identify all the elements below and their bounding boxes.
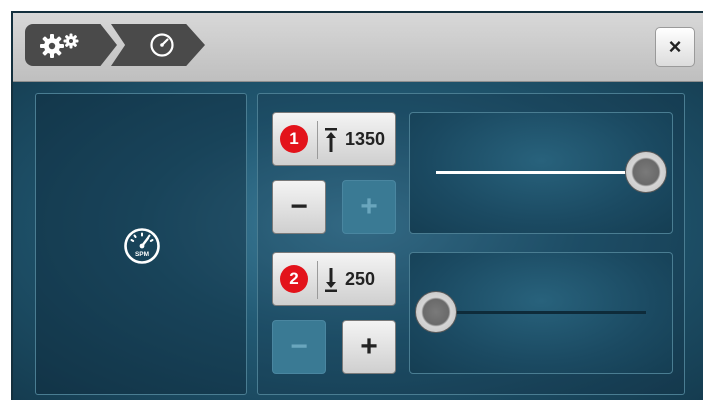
upper-plus-button: + <box>342 180 396 234</box>
divider <box>317 261 318 299</box>
breadcrumb-speed[interactable] <box>111 24 205 66</box>
divider <box>317 121 318 159</box>
lower-limit-button[interactable]: 2 250 <box>272 252 396 306</box>
arrow-down-to-bar-icon <box>325 268 337 292</box>
upper-limit-button[interactable]: 1 1350 <box>272 112 396 166</box>
step-badge: 2 <box>280 265 308 293</box>
lower-plus-button[interactable]: + <box>342 320 396 374</box>
upper-limit-value: 1350 <box>345 129 386 149</box>
upper-limit-slider-thumb[interactable] <box>625 151 667 193</box>
lower-limit-slider-thumb[interactable] <box>415 291 457 333</box>
speedometer-icon: SPM <box>124 228 160 264</box>
upper-minus-button[interactable]: − <box>272 180 326 234</box>
upper-limit-slider-panel <box>409 112 673 234</box>
speedometer-icon <box>150 33 174 57</box>
close-button[interactable]: × <box>655 27 695 67</box>
breadcrumb-settings[interactable] <box>25 24 117 66</box>
lower-limit-value: 250 <box>345 269 376 289</box>
arrow-up-to-bar-icon <box>325 128 337 152</box>
dialog-window: × SPM 1 1350 − + 2 250 − + <box>11 11 703 400</box>
speed-limits-panel: 1 1350 − + 2 250 − + <box>257 93 685 395</box>
step-badge: 1 <box>280 125 308 153</box>
lower-limit-slider-panel <box>409 252 673 374</box>
upper-limit-slider-track[interactable] <box>436 151 667 193</box>
lower-limit-slider-track[interactable] <box>415 291 646 333</box>
settings-gears-icon <box>40 33 79 58</box>
speed-info-panel: SPM <box>35 93 247 395</box>
spm-label: SPM <box>135 251 149 258</box>
lower-minus-button: − <box>272 320 326 374</box>
title-bar: × <box>13 13 703 82</box>
content-area: SPM 1 1350 − + 2 250 − + <box>13 82 703 400</box>
upper-limit-slider-fill <box>436 171 646 174</box>
